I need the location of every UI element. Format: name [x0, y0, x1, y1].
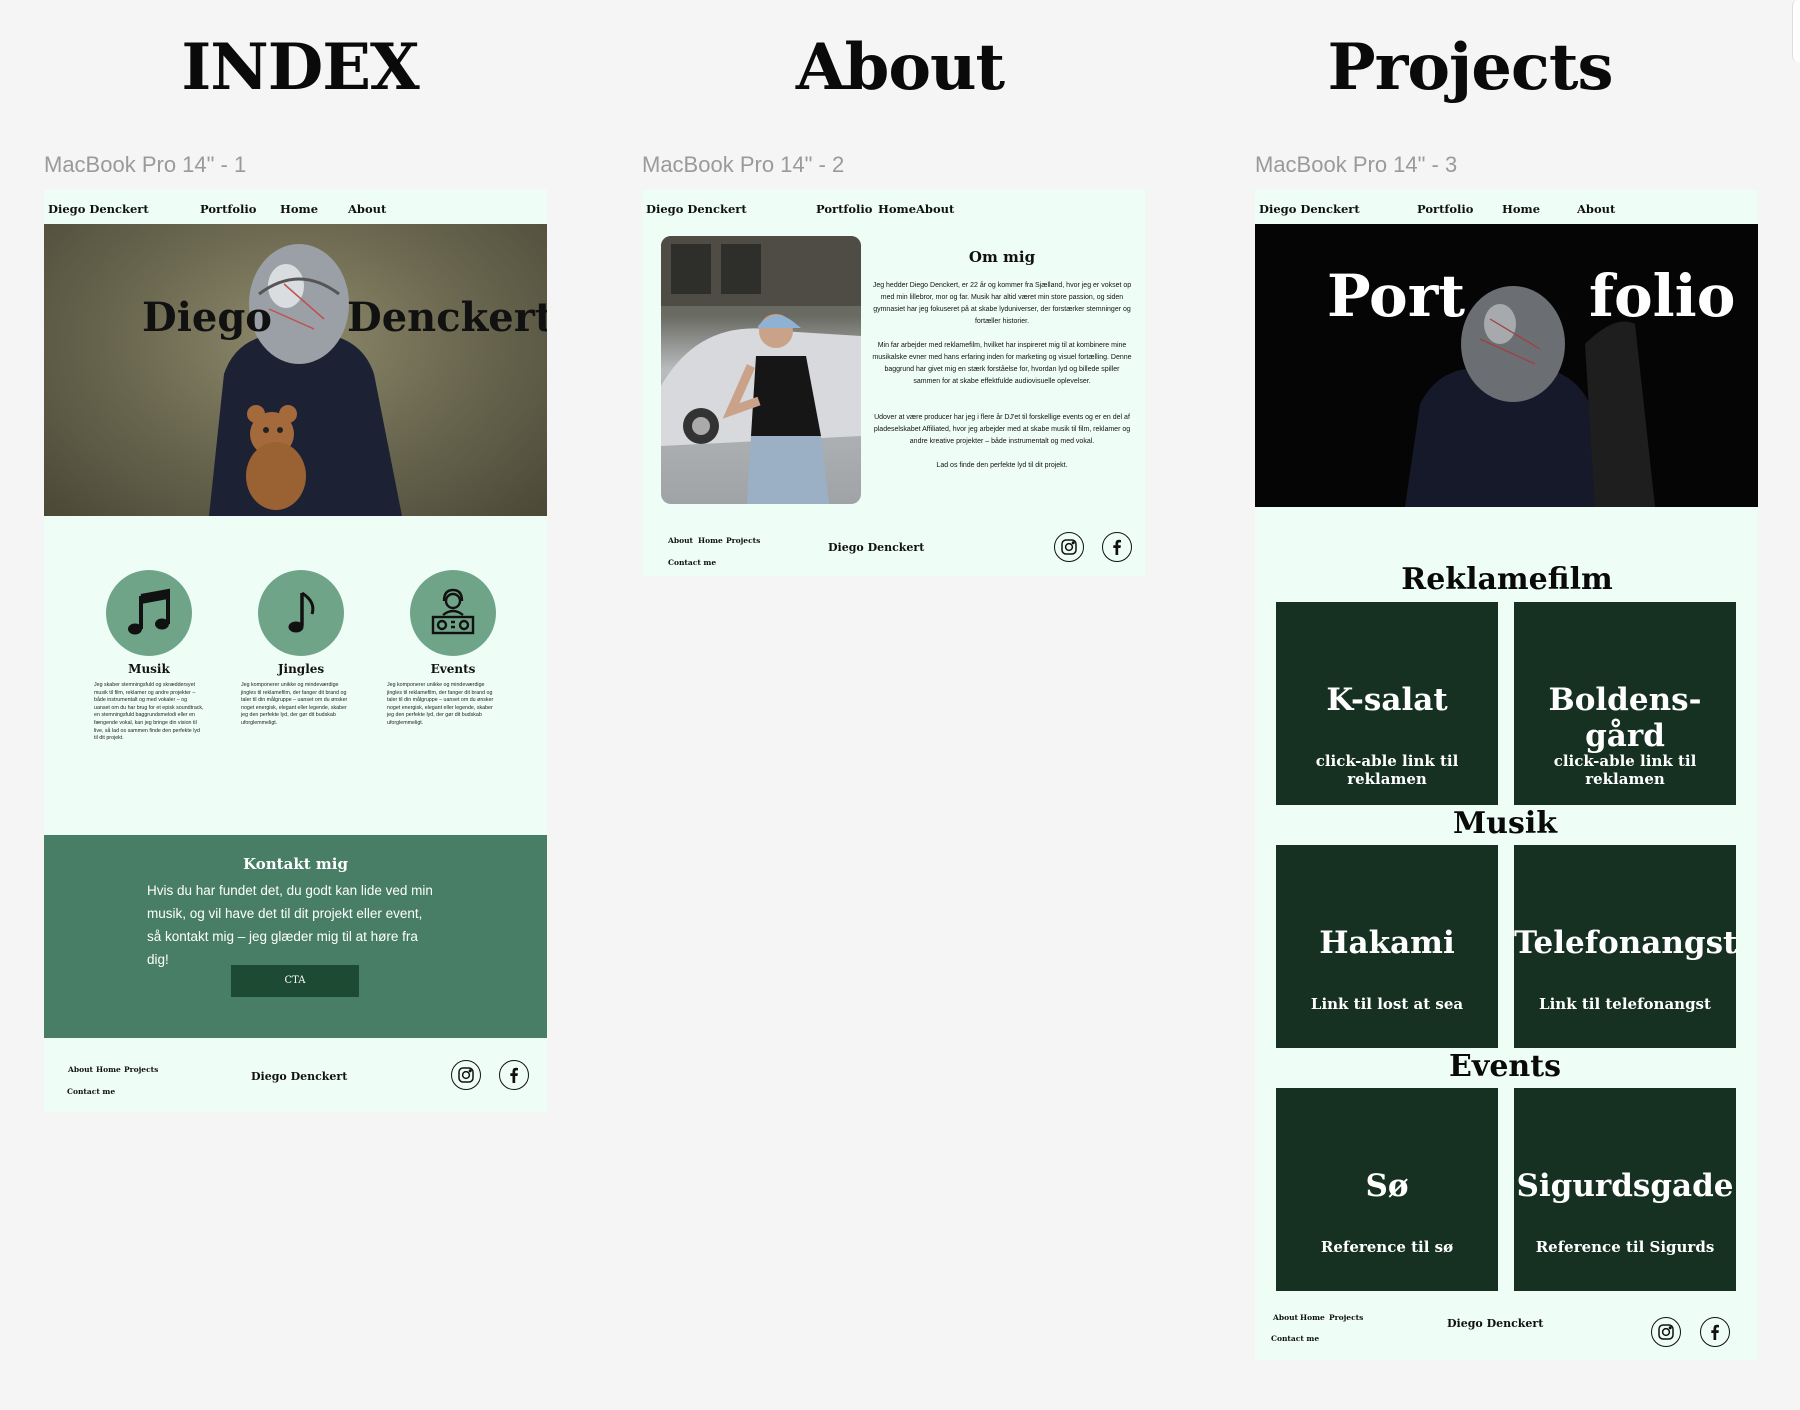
- hero-photo: Diego Denckert: [44, 224, 547, 516]
- instagram-icon[interactable]: [1054, 532, 1084, 562]
- instagram-icon[interactable]: [451, 1060, 481, 1090]
- nav-about[interactable]: About: [348, 202, 386, 216]
- nav-home[interactable]: Home: [1502, 202, 1540, 216]
- hero-last-name: Denckert: [347, 294, 547, 341]
- frame-label-2: MacBook Pro 14" - 2: [642, 152, 845, 177]
- project-tile-sigurdsgade[interactable]: Sigurdsgade Reference til Sigurds: [1514, 1088, 1736, 1291]
- nav-brand[interactable]: Diego Denckert: [1259, 202, 1360, 216]
- project-tile-boldens-gaard[interactable]: Boldens-gård click-able link til reklame…: [1514, 602, 1736, 805]
- tile-title: Hakami: [1319, 925, 1455, 961]
- footer-contact[interactable]: Contact me: [668, 558, 716, 567]
- project-tile-soe[interactable]: Sø Reference til sø: [1276, 1088, 1498, 1291]
- tile-link[interactable]: click-able link til reklamen: [1514, 752, 1736, 788]
- tile-link[interactable]: Link til lost at sea: [1276, 995, 1498, 1013]
- nav-portfolio[interactable]: Portfolio: [816, 202, 872, 216]
- footer-brand: Diego Denckert: [828, 541, 925, 554]
- footer-projects[interactable]: Projects: [726, 536, 760, 545]
- footer-home[interactable]: Home: [1300, 1313, 1325, 1322]
- index-heading: INDEX: [181, 30, 419, 105]
- project-tile-telefonangst[interactable]: Telefonangst Link til telefonangst: [1514, 845, 1738, 1048]
- footer-about[interactable]: About: [668, 536, 693, 545]
- footer-home[interactable]: Home: [698, 536, 723, 545]
- frame-label-3: MacBook Pro 14" - 3: [1255, 152, 1458, 177]
- portfolio-hero-right: folio: [1589, 262, 1736, 330]
- project-tile-hakami[interactable]: Hakami Link til lost at sea: [1276, 845, 1498, 1048]
- about-paragraph-4: Lad os finde den perfekte lyd til dit pr…: [936, 462, 1068, 469]
- tile-title: Telefonangst: [1514, 925, 1738, 961]
- cta-button[interactable]: CTA: [231, 965, 359, 997]
- footer-contact[interactable]: Contact me: [1271, 1334, 1319, 1343]
- nav-about[interactable]: About: [1577, 202, 1615, 216]
- projects-frame: Diego Denckert Portfolio Home About Port…: [1255, 190, 1758, 1360]
- about-paragraph-1: Jeg hedder Diego Denckert, er 22 år og k…: [872, 282, 1132, 325]
- footer-projects[interactable]: Projects: [1329, 1313, 1363, 1322]
- service-text-musik: Jeg skaber stemningsfuld og skræddersyet…: [94, 682, 204, 742]
- tile-title: Boldens-gård: [1548, 682, 1702, 754]
- frame-label-1: MacBook Pro 14" - 1: [44, 152, 247, 177]
- about-frame: Diego Denckert Portfolio Home About Om m…: [642, 190, 1145, 576]
- portfolio-hero-left: Port: [1327, 262, 1466, 330]
- service-title-jingles: Jingles: [277, 662, 325, 676]
- nav-brand[interactable]: Diego Denckert: [48, 202, 149, 216]
- music-notes-icon: [106, 570, 192, 656]
- nav-about[interactable]: About: [916, 202, 954, 216]
- tile-link[interactable]: Link til telefonangst: [1514, 995, 1736, 1013]
- hero-first-name: Diego: [142, 294, 272, 341]
- facebook-icon[interactable]: [499, 1060, 529, 1090]
- about-heading: About: [795, 30, 1005, 105]
- contact-section: Kontakt mig Hvis du har fundet det, du g…: [44, 835, 547, 1038]
- dj-icon: [410, 570, 496, 656]
- footer-brand: Diego Denckert: [251, 1070, 348, 1083]
- instagram-icon[interactable]: [1651, 1317, 1681, 1347]
- tile-title: Sø: [1365, 1168, 1409, 1204]
- category-musik: Musik: [1452, 806, 1558, 841]
- footer-contact[interactable]: Contact me: [67, 1087, 115, 1096]
- about-paragraph-2: Min far arbejder med reklamefilm, hvilke…: [872, 342, 1132, 385]
- project-tile-k-salat[interactable]: K-salat click-able link til reklamen: [1276, 602, 1498, 805]
- footer-projects[interactable]: Projects: [124, 1065, 158, 1074]
- hero-figure: [209, 244, 402, 516]
- portfolio-hero-photo: Port folio: [1255, 224, 1758, 507]
- tile-title: Sigurdsgade: [1516, 1168, 1734, 1204]
- nav-home[interactable]: Home: [878, 202, 916, 216]
- tile-link[interactable]: Reference til sø: [1276, 1238, 1498, 1256]
- tile-title: K-salat: [1326, 682, 1448, 718]
- category-events: Events: [1449, 1049, 1561, 1084]
- nav-brand[interactable]: Diego Denckert: [646, 202, 747, 216]
- footer-about[interactable]: About: [1273, 1313, 1298, 1322]
- contact-title: Kontakt mig: [243, 855, 348, 873]
- service-title-events: Events: [430, 662, 476, 676]
- service-title-musik: Musik: [128, 662, 170, 676]
- about-paragraph-3: Udover at være producer har jeg i flere …: [873, 414, 1131, 445]
- tile-link[interactable]: Reference til Sigurds: [1514, 1238, 1736, 1256]
- footer-home[interactable]: Home: [96, 1065, 121, 1074]
- index-frame: Diego Denckert Portfolio Home About Dieg…: [44, 190, 547, 1112]
- nav-home[interactable]: Home: [280, 202, 318, 216]
- footer-about[interactable]: About: [68, 1065, 93, 1074]
- service-text-events: Jeg komponerer unikke og mindeværdige ji…: [387, 682, 494, 726]
- footer-brand: Diego Denckert: [1447, 1317, 1544, 1330]
- tile-link[interactable]: click-able link til reklamen: [1276, 752, 1498, 788]
- nav-portfolio[interactable]: Portfolio: [1417, 202, 1473, 216]
- music-note-icon: [258, 570, 344, 656]
- about-title: Om mig: [968, 248, 1036, 266]
- contact-text: Hvis du har fundet det, du godt kan lide…: [147, 883, 433, 967]
- nav-portfolio[interactable]: Portfolio: [200, 202, 256, 216]
- projects-heading: Projects: [1327, 30, 1614, 105]
- about-photo: [661, 236, 861, 504]
- facebook-icon[interactable]: [1102, 532, 1132, 562]
- facebook-icon[interactable]: [1700, 1317, 1730, 1347]
- scrollbar-handle[interactable]: [1792, 0, 1800, 62]
- category-reklamefilm: Reklamefilm: [1401, 562, 1613, 597]
- service-text-jingles: Jeg komponerer unikke og mindeværdige ji…: [241, 682, 348, 726]
